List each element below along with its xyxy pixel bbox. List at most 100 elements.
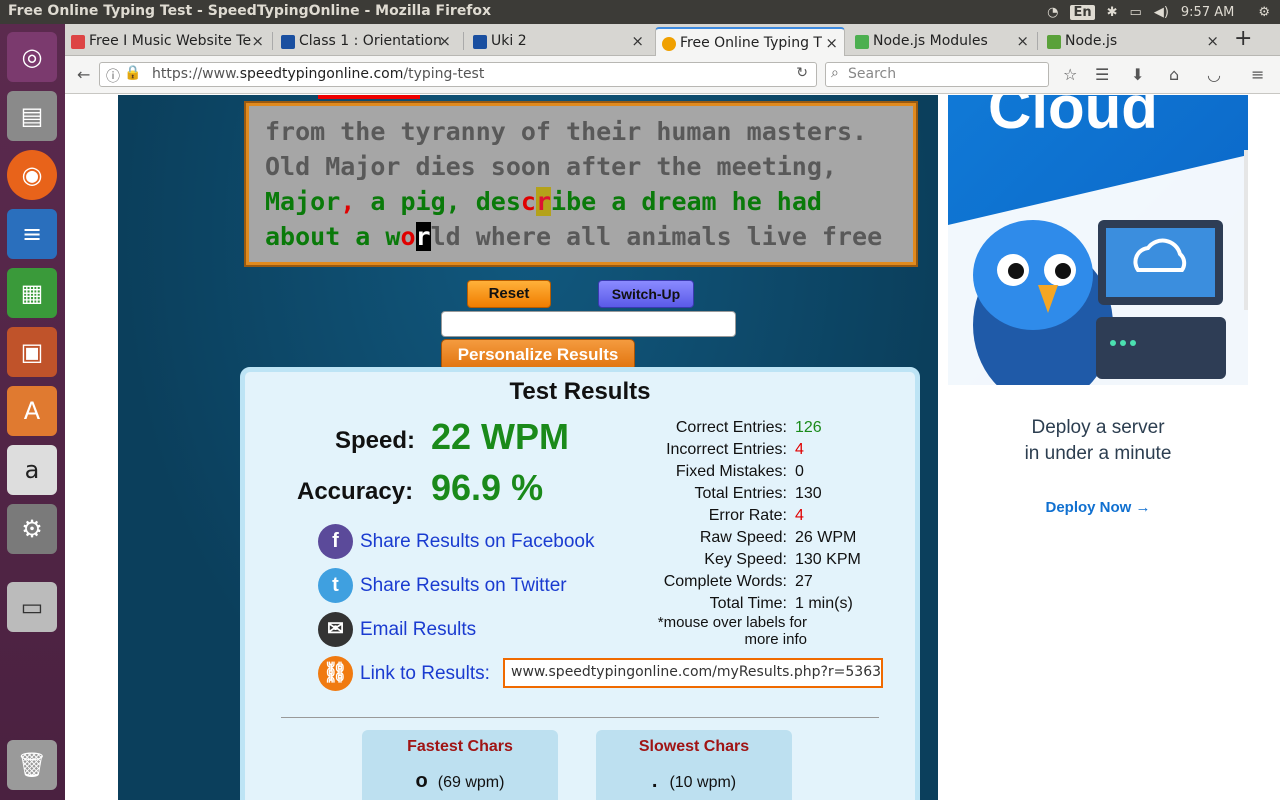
stat-label[interactable]: Total Time: xyxy=(710,593,787,615)
slowest-char: . xyxy=(651,770,658,792)
stat-value: 4 xyxy=(795,507,804,524)
url-path: /typing-test xyxy=(403,66,485,82)
stat-value: 130 KPM xyxy=(795,551,861,568)
deploy-now-link[interactable]: Deploy Now → xyxy=(948,499,1248,516)
system-settings-icon[interactable]: ⚙ xyxy=(7,504,57,554)
files-icon[interactable]: ▤ xyxy=(7,91,57,141)
settings-gear-icon[interactable]: ⚙ xyxy=(1258,5,1270,20)
music-site-favicon-icon xyxy=(71,35,85,49)
stat-label[interactable]: Key Speed: xyxy=(704,549,787,571)
typed-correct-text: about a w xyxy=(265,222,401,251)
typing-test-panel: from the tyranny of their human masters.… xyxy=(118,95,938,800)
share-facebook-link[interactable]: f Share Results on Facebook xyxy=(318,524,594,560)
stat-label[interactable]: Correct Entries: xyxy=(676,417,787,439)
firefox-icon[interactable]: ◉ xyxy=(7,150,57,200)
slowest-char-speed: (10 wpm) xyxy=(669,774,737,791)
menu-hamburger-icon[interactable]: ≡ xyxy=(1251,65,1264,84)
tab-nodejs-modules[interactable]: Node.js Modules × xyxy=(849,27,1035,56)
mascot-bird-with-server-icon xyxy=(948,155,1248,385)
ad-text-line: in under a minute xyxy=(1024,443,1172,464)
tab-nodejs[interactable]: Node.js × xyxy=(1041,27,1225,56)
advertisement[interactable]: Cloud Deploy a server in under a minute … xyxy=(948,95,1248,800)
reset-button[interactable]: Reset xyxy=(467,280,551,308)
switch-up-button[interactable]: Switch-Up xyxy=(598,280,694,308)
tab-label: Free Online Typing T xyxy=(680,35,822,51)
search-input[interactable]: ⌕ Search xyxy=(825,62,1049,87)
text-line-completed: from the tyranny of their human masters. xyxy=(265,117,868,146)
close-icon[interactable]: × xyxy=(1016,32,1029,50)
keyboard-layout-indicator[interactable]: En xyxy=(1070,4,1095,20)
battery-icon[interactable]: ▭ xyxy=(1130,5,1142,20)
amazon-icon[interactable]: a xyxy=(7,445,57,495)
stat-value: 4 xyxy=(795,441,804,458)
url-bar[interactable]: ⓘ 🔒 https://www.speedtypingonline.com/ty… xyxy=(99,62,817,87)
tab-label: Class 1 : Orientation xyxy=(299,33,442,49)
trash-icon[interactable]: 🗑 xyxy=(7,740,57,790)
reload-icon[interactable]: ↻ xyxy=(796,65,808,81)
close-icon[interactable]: × xyxy=(1206,32,1219,50)
accuracy-label[interactable]: Accuracy: xyxy=(297,478,413,506)
tab-music-website[interactable]: Free I Music Website Te × xyxy=(65,27,270,56)
typed-error-char: c xyxy=(520,187,536,216)
classroom-favicon-icon xyxy=(473,35,487,49)
calc-icon[interactable]: ▦ xyxy=(7,268,57,318)
progress-red-bar xyxy=(318,95,420,99)
stat-label[interactable]: Total Entries: xyxy=(695,483,787,505)
downloads-icon[interactable]: ⬇ xyxy=(1131,65,1144,84)
tab-typing-test[interactable]: Free Online Typing T × xyxy=(655,27,845,56)
typing-input[interactable] xyxy=(441,311,736,337)
link-to-results[interactable]: ⛓ Link to Results: xyxy=(318,656,490,692)
software-center-icon[interactable]: A xyxy=(7,386,57,436)
share-twitter-link[interactable]: t Share Results on Twitter xyxy=(318,568,567,604)
close-icon[interactable]: × xyxy=(251,32,264,50)
close-icon[interactable]: × xyxy=(438,32,451,50)
tab-uki[interactable]: Uki 2 × xyxy=(467,27,650,56)
impress-icon[interactable]: ▣ xyxy=(7,327,57,377)
stat-label[interactable]: Complete Words: xyxy=(664,571,787,593)
accuracy-value: 96.9 % xyxy=(431,467,544,508)
note-line: more info xyxy=(744,631,807,648)
typed-correct-text: ibe a dream he had xyxy=(551,187,822,216)
system-top-panel: Free Online Typing Test - SpeedTypingOnl… xyxy=(0,0,1280,24)
close-icon[interactable]: × xyxy=(825,34,838,52)
speed-label[interactable]: Speed: xyxy=(335,427,415,455)
clock[interactable]: 9:57 AM xyxy=(1181,5,1234,20)
info-icon[interactable]: ⓘ xyxy=(106,66,120,86)
share-facebook-label: Share Results on Facebook xyxy=(360,531,595,552)
stat-row: Error Rate: 4 xyxy=(625,505,905,527)
stat-value: 126 xyxy=(795,419,822,436)
ubuntu-dash-icon[interactable]: ◎ xyxy=(7,32,57,82)
results-stats: Correct Entries: 126 Incorrect Entries: 4 Fi… xyxy=(625,417,905,615)
bluetooth-icon[interactable]: ✱ xyxy=(1107,5,1118,20)
lock-icon[interactable]: 🔒 xyxy=(124,65,141,81)
volume-icon[interactable]: ◀) xyxy=(1154,5,1169,20)
email-results-link[interactable]: ✉ Email Results xyxy=(318,612,476,648)
new-tab-plus-icon[interactable]: + xyxy=(1234,26,1252,51)
slowest-chars-title: Slowest Chars xyxy=(638,738,750,755)
text-line-current: about a world where all animals live fre… xyxy=(265,219,897,254)
bookmark-star-icon[interactable]: ☆ xyxy=(1063,65,1077,84)
ad-text: Deploy a server in under a minute xyxy=(948,415,1248,467)
stat-label[interactable]: Raw Speed: xyxy=(700,527,787,549)
wifi-icon[interactable]: ◔ xyxy=(1047,5,1058,20)
text-line-completed: Old Major dies soon after the meeting, xyxy=(265,152,837,181)
home-icon[interactable]: ⌂ xyxy=(1169,65,1179,84)
system-tray: ◔ En ✱ ▭ ◀) 9:57 AM ⚙ xyxy=(1035,0,1280,24)
page-scrollbar[interactable] xyxy=(1244,150,1248,310)
stat-row: Incorrect Entries: 4 xyxy=(625,439,905,461)
tab-label: Node.js Modules xyxy=(873,33,988,49)
disk-drive-icon[interactable]: ▭ xyxy=(7,582,57,632)
pocket-icon[interactable]: ◡ xyxy=(1207,65,1221,84)
tab-divider xyxy=(463,32,464,50)
tab-class-orientation[interactable]: Class 1 : Orientation × xyxy=(275,27,457,56)
stat-label[interactable]: Fixed Mistakes: xyxy=(676,461,787,483)
reading-list-icon[interactable]: ☰ xyxy=(1095,65,1109,84)
results-divider xyxy=(281,717,879,718)
stat-row: Correct Entries: 126 xyxy=(625,417,905,439)
close-icon[interactable]: × xyxy=(631,32,644,50)
writer-icon[interactable]: ≡ xyxy=(7,209,57,259)
results-link-field[interactable]: www.speedtypingonline.com/myResults.php?… xyxy=(503,658,883,688)
stat-label[interactable]: Error Rate: xyxy=(709,505,787,527)
stat-label[interactable]: Incorrect Entries: xyxy=(666,439,787,461)
back-arrow-icon[interactable]: ← xyxy=(77,65,90,84)
